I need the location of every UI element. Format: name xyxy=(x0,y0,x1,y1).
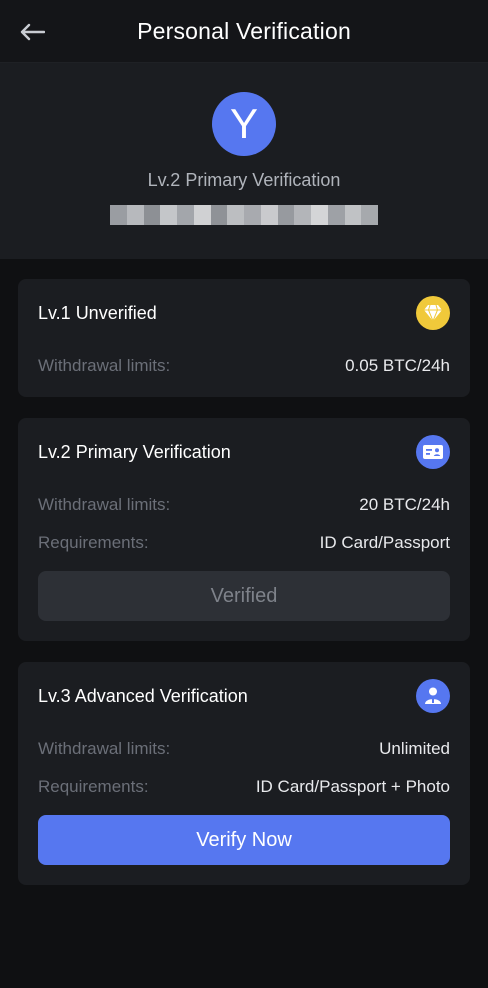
user-badge-icon xyxy=(416,679,450,713)
back-button[interactable] xyxy=(18,18,46,46)
row-label: Withdrawal limits: xyxy=(38,495,171,514)
masked-account-id xyxy=(110,205,378,225)
row-label: Withdrawal limits: xyxy=(38,356,171,375)
level-title: Lv.3 Advanced Verification xyxy=(38,685,248,706)
verify-now-button[interactable]: Verify Now xyxy=(38,815,450,865)
diamond-icon xyxy=(416,296,450,330)
info-row: Requirements: ID Card/Passport xyxy=(38,524,450,562)
info-row: Withdrawal limits: 0.05 BTC/24h xyxy=(38,347,450,385)
row-value: 20 BTC/24h xyxy=(359,495,450,514)
level-card-2: Lv.2 Primary Verification Withdrawal lim… xyxy=(18,418,470,641)
info-row: Withdrawal limits: Unlimited xyxy=(38,730,450,768)
avatar-letter: Y xyxy=(229,100,258,147)
row-label: Requirements: xyxy=(38,777,149,796)
row-value: 0.05 BTC/24h xyxy=(345,356,450,375)
level-card-3: Lv.3 Advanced Verification Withdrawal li… xyxy=(18,662,470,885)
verified-button: Verified xyxy=(38,571,450,621)
current-level-label: Lv.2 Primary Verification xyxy=(147,170,341,190)
arrow-left-icon xyxy=(20,23,45,41)
info-row: Requirements: ID Card/Passport + Photo xyxy=(38,768,450,806)
profile-header: Y Lv.2 Primary Verification xyxy=(0,62,488,259)
row-label: Requirements: xyxy=(38,533,149,552)
row-value: Unlimited xyxy=(379,739,450,758)
row-value: ID Card/Passport + Photo xyxy=(255,777,450,796)
page-title: Personal Verification xyxy=(137,17,351,44)
verification-levels: Lv.1 Unverified Withdrawal limits: 0.05 … xyxy=(0,259,488,885)
level-title: Lv.1 Unverified xyxy=(38,302,157,323)
level-card-1: Lv.1 Unverified Withdrawal limits: 0.05 … xyxy=(18,279,470,397)
row-label: Withdrawal limits: xyxy=(38,739,171,758)
info-row: Withdrawal limits: 20 BTC/24h xyxy=(38,486,450,524)
level-title: Lv.2 Primary Verification xyxy=(38,441,231,462)
avatar: Y xyxy=(212,92,276,156)
id-card-icon xyxy=(416,435,450,469)
row-value: ID Card/Passport xyxy=(319,533,450,552)
top-bar: Personal Verification xyxy=(0,0,488,62)
